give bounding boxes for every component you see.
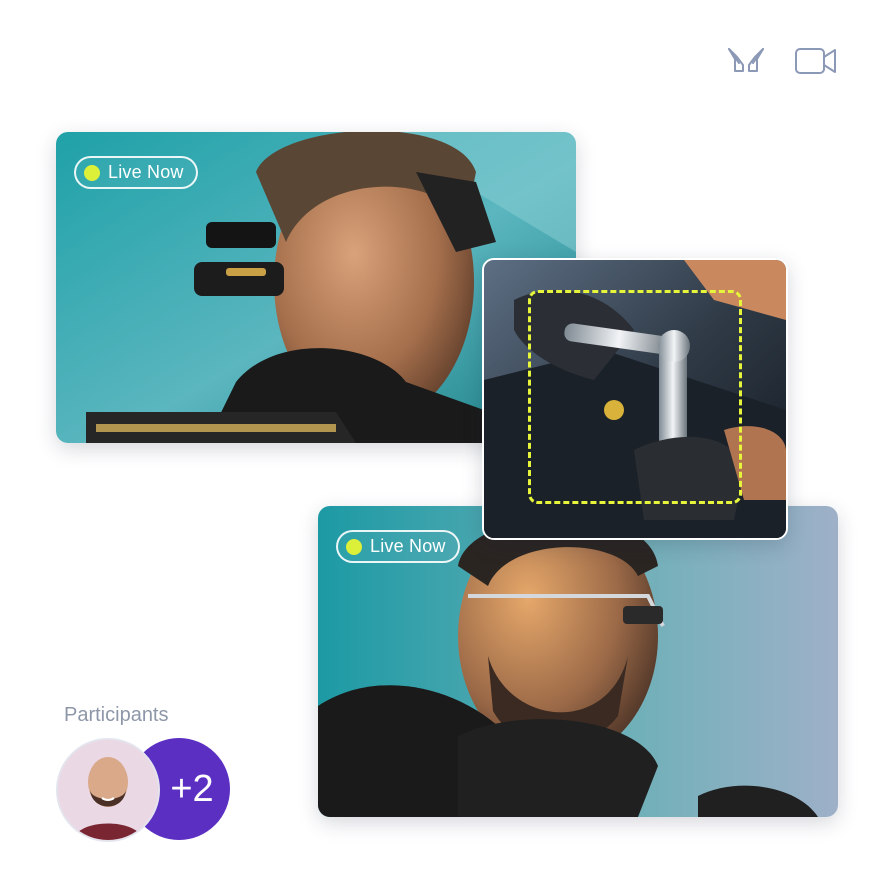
live-now-badge: Live Now [336, 530, 460, 563]
participants-avatar-group[interactable]: +2 [56, 738, 236, 842]
participant-avatar[interactable] [56, 738, 160, 842]
top-toolbar [724, 44, 838, 78]
live-indicator-dot [84, 164, 100, 181]
participant-photo [58, 740, 158, 840]
more-participants-count: +2 [170, 767, 214, 810]
video-camera-icon[interactable] [794, 44, 838, 78]
video-feed-closeup-wrench[interactable] [482, 258, 788, 540]
live-indicator-dot [346, 538, 362, 555]
participants-label: Participants [64, 704, 169, 726]
hands-icon[interactable] [724, 44, 768, 78]
live-now-label: Live Now [370, 536, 446, 556]
video-feed-technician-glasses[interactable]: Live Now [318, 506, 838, 817]
ar-focus-box [528, 290, 742, 504]
live-now-label: Live Now [108, 162, 184, 182]
live-now-badge: Live Now [74, 156, 198, 189]
